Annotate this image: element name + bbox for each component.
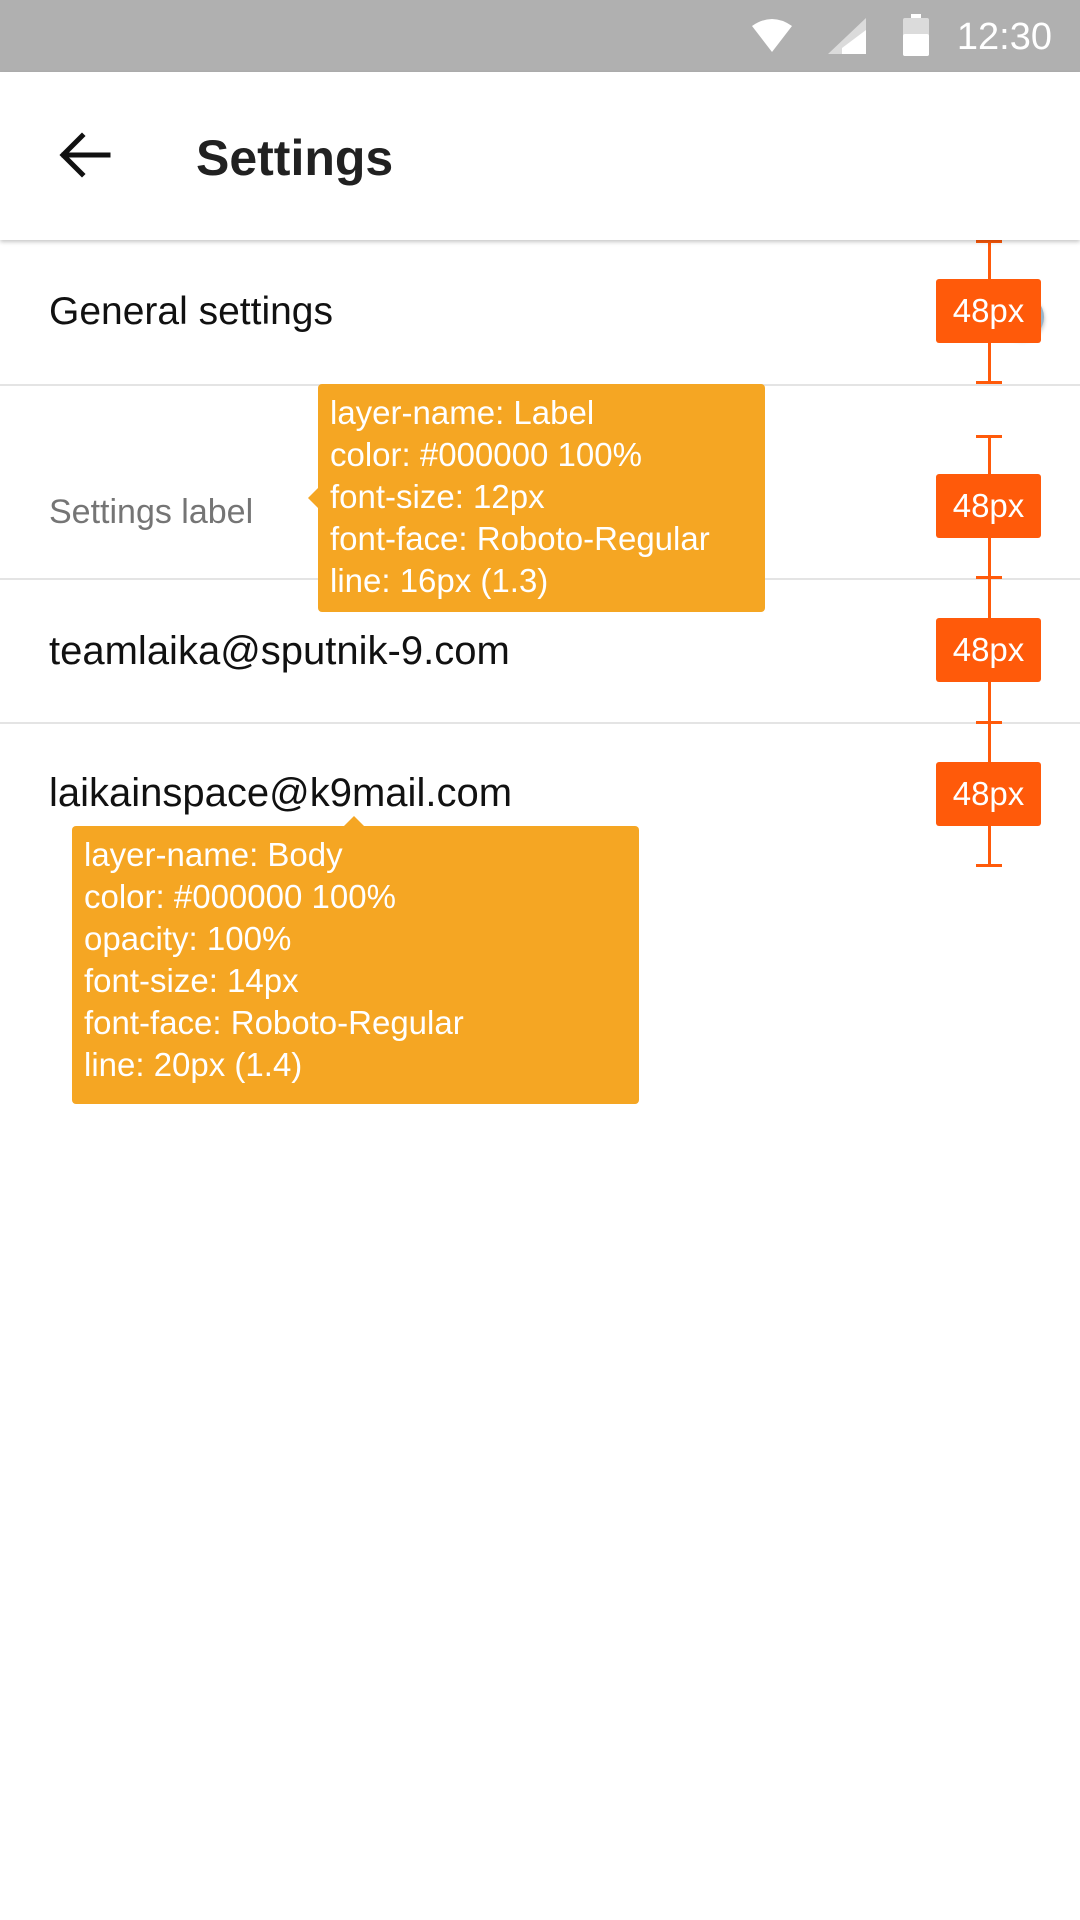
arrow-back-icon[interactable]	[58, 128, 112, 182]
wifi-icon	[752, 19, 792, 52]
general-settings-row[interactable]: General settings	[0, 240, 1080, 386]
app-bar: Settings	[0, 72, 1080, 240]
redline-tick	[976, 864, 1002, 867]
measurement-badge: 48px	[936, 474, 1041, 538]
spec-line: font-size: 12px	[330, 478, 545, 515]
spec-line: line: 20px (1.4)	[84, 1046, 303, 1083]
measurement-badge: 48px	[936, 762, 1041, 826]
spec-line: color: #000000 100%	[84, 878, 396, 915]
general-settings-label: General settings	[49, 290, 333, 333]
redline-tick	[976, 721, 1002, 724]
body-spec-tooltip: layer-name: Body color: #000000 100% opa…	[72, 816, 639, 1104]
page-title: Settings	[196, 130, 394, 186]
spec-line: color: #000000 100%	[330, 436, 642, 473]
spec-line: layer-name: Body	[84, 836, 343, 873]
spec-line: font-face: Roboto-Regular	[330, 520, 710, 557]
spec-line: line: 16px (1.3)	[330, 562, 549, 599]
redline-tick	[976, 381, 1002, 384]
spec-line: font-size: 14px	[84, 962, 299, 999]
label-spec-tooltip: layer-name: Label color: #000000 100% fo…	[308, 384, 765, 612]
account-email: laikainspace@k9mail.com	[49, 771, 513, 815]
measurement-badge: 48px	[936, 618, 1041, 682]
battery-icon	[903, 14, 929, 56]
redline-tick	[976, 240, 1002, 243]
status-clock: 12:30	[956, 16, 1052, 58]
spec-line: opacity: 100%	[84, 920, 292, 957]
settings-label: Settings label	[49, 493, 254, 531]
redline-tick	[976, 435, 1002, 438]
status-bar: 12:30	[0, 0, 1080, 72]
measurement-badge: 48px	[936, 279, 1041, 343]
spec-line: layer-name: Label	[330, 394, 595, 431]
spec-line: font-face: Roboto-Regular	[84, 1004, 464, 1041]
redline-tick	[976, 576, 1002, 579]
cell-signal-icon	[828, 18, 866, 54]
account-email: teamlaika@sputnik-9.com	[49, 629, 510, 673]
